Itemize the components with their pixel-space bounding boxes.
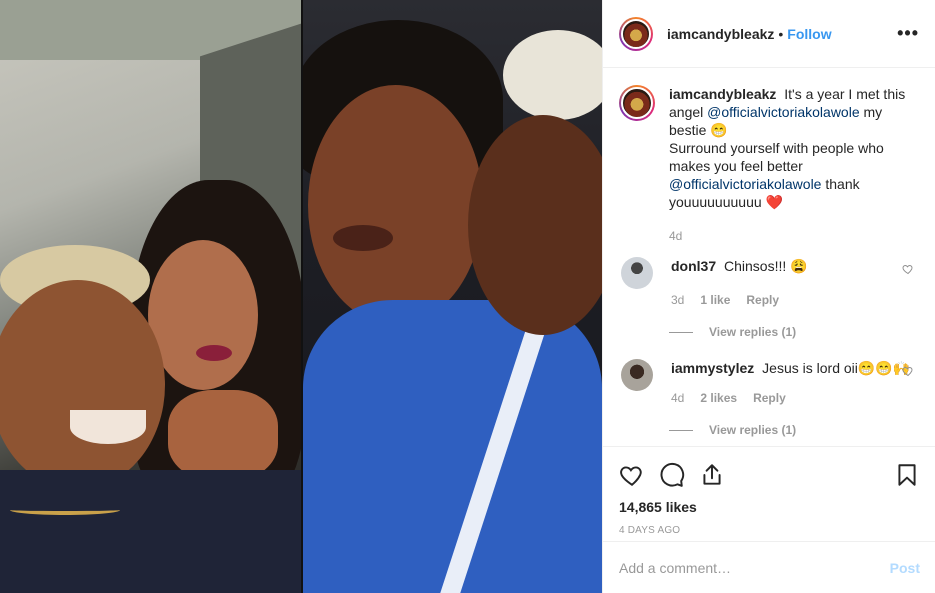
caption: iamcandybleakz It's a year I met this an… — [619, 85, 920, 245]
comment-username[interactable]: donl37 — [671, 258, 716, 274]
comment-input[interactable] — [619, 559, 890, 576]
clothing-shape — [0, 470, 301, 593]
likes-count[interactable]: 14,865 likes — [619, 499, 920, 515]
white-hair-shape — [503, 30, 602, 120]
caption-mention-1[interactable]: @officialvictoriakolawole — [707, 104, 859, 120]
comment-text: Jesus is lord oii😁😁🙌 — [762, 360, 911, 376]
comment-likes[interactable]: 2 likes — [700, 389, 737, 407]
small-heart-icon[interactable] — [902, 365, 914, 377]
post-actions: 14,865 likes 4 DAYS AGO — [603, 446, 935, 536]
necklace-shape — [10, 505, 120, 515]
photo-left-half — [0, 0, 301, 593]
comment-composer: Post — [603, 541, 935, 593]
smile-shape — [70, 410, 146, 444]
small-heart-icon[interactable] — [902, 263, 914, 275]
bookmark-icon[interactable] — [894, 462, 920, 488]
caption-text-3: Surround yourself with people who makes … — [669, 140, 884, 174]
comment-avatar[interactable] — [621, 359, 653, 391]
comments-section[interactable]: iamcandybleakz It's a year I met this an… — [603, 69, 935, 445]
view-replies[interactable]: View replies (1) — [669, 325, 920, 339]
post-button[interactable]: Post — [890, 560, 920, 576]
comment-avatar[interactable] — [621, 257, 653, 289]
comment-icon[interactable] — [659, 462, 685, 488]
lips-shape — [196, 345, 232, 361]
replies-line — [669, 429, 693, 431]
reply-button[interactable]: Reply — [746, 291, 779, 309]
caption-mention-2[interactable]: @officialvictoriakolawole — [669, 176, 821, 192]
reply-button[interactable]: Reply — [753, 389, 786, 407]
comment-item: iammystylez Jesus is lord oii😁😁🙌 4d 2 li… — [619, 359, 920, 407]
caption-age[interactable]: 4d — [669, 227, 682, 245]
view-replies[interactable]: View replies (1) — [669, 423, 920, 437]
comment-age[interactable]: 3d — [671, 291, 684, 309]
replies-line — [669, 331, 693, 333]
action-icons — [619, 455, 920, 495]
share-icon[interactable] — [699, 462, 725, 488]
header-username[interactable]: iamcandybleakz — [667, 26, 774, 42]
comment-username[interactable]: iammystylez — [671, 360, 754, 376]
lips-shape-2 — [333, 225, 393, 251]
view-replies-label[interactable]: View replies (1) — [709, 325, 796, 339]
blue-jacket-shape — [303, 300, 602, 593]
comment-likes[interactable]: 1 like — [700, 291, 730, 309]
comment-text: Chinsos!!! 😩 — [724, 258, 808, 274]
post-photo[interactable] — [0, 0, 602, 593]
more-options-icon[interactable]: ••• — [897, 23, 919, 44]
avatar[interactable] — [619, 16, 653, 51]
heart-icon[interactable] — [619, 462, 645, 488]
post-timestamp[interactable]: 4 DAYS AGO — [619, 525, 920, 536]
face-shape-3 — [308, 85, 483, 325]
comment-age[interactable]: 4d — [671, 389, 684, 407]
view-replies-label[interactable]: View replies (1) — [709, 423, 796, 437]
caption-username[interactable]: iamcandybleakz — [669, 86, 776, 102]
post-header: iamcandybleakz • Follow ••• — [603, 0, 935, 68]
caption-avatar[interactable] — [619, 85, 655, 121]
photo-right-half — [303, 0, 602, 593]
separator-dot: • — [778, 25, 784, 42]
post-side-panel: iamcandybleakz • Follow ••• iamcandyblea… — [602, 0, 935, 593]
face-shape — [148, 240, 258, 390]
hand-shape — [168, 390, 278, 480]
follow-button[interactable]: Follow — [787, 26, 831, 42]
comment-item: donl37 Chinsos!!! 😩 3d 1 like Reply — [619, 257, 920, 309]
